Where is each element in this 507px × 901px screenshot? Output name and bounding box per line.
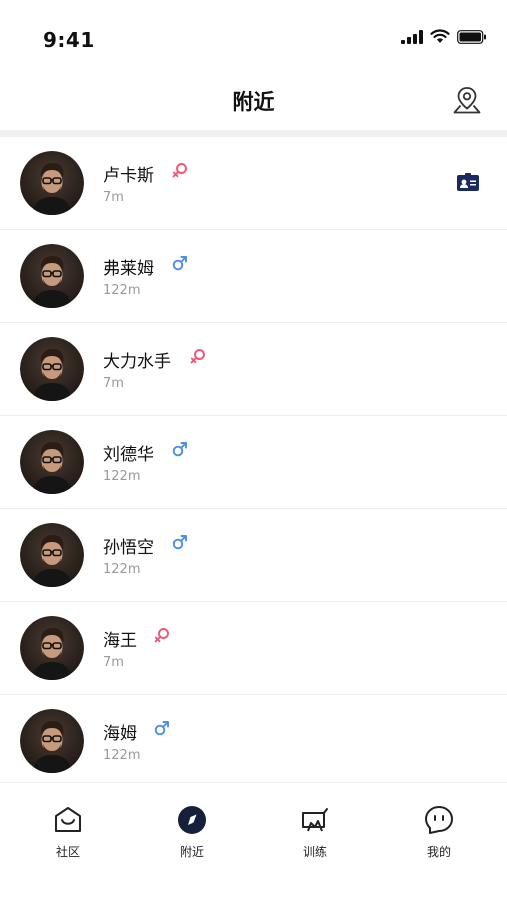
nav-bar: 附近: [0, 70, 507, 130]
user-name: 海姆: [103, 724, 137, 744]
user-row[interactable]: 弗莱姆 122m: [0, 230, 507, 323]
avatar[interactable]: [20, 430, 84, 494]
male-gender-icon: [171, 440, 189, 458]
nearby-user-list: 卢卡斯 7m 弗莱姆 122m 大力水手 7m 刘德华 122m 孙悟空 122…: [0, 137, 507, 782]
user-distance: 7m: [103, 190, 124, 205]
user-name: 弗莱姆: [103, 259, 154, 279]
user-distance: 7m: [103, 655, 124, 670]
status-bar: 9:41: [0, 0, 507, 70]
user-distance: 122m: [103, 469, 141, 484]
status-icons: [401, 29, 487, 44]
user-row[interactable]: 卢卡斯 7m: [0, 137, 507, 230]
avatar[interactable]: [20, 616, 84, 680]
user-row[interactable]: 海姆 122m: [0, 695, 507, 782]
user-name: 刘德华: [103, 445, 154, 465]
tab-bar: 社区 附近 训练 我的: [0, 782, 507, 901]
user-row[interactable]: 孙悟空 122m: [0, 509, 507, 602]
female-gender-icon: [171, 161, 189, 179]
tab-training[interactable]: 训练: [270, 805, 360, 860]
male-gender-icon: [153, 719, 171, 737]
male-gender-icon: [171, 254, 189, 272]
user-name: 卢卡斯: [103, 166, 154, 186]
avatar[interactable]: [20, 709, 84, 773]
section-divider: [0, 130, 507, 137]
training-icon: [300, 805, 330, 835]
user-name: 孙悟空: [103, 538, 154, 558]
tab-community[interactable]: 社区: [23, 805, 113, 860]
status-time: 9:41: [43, 28, 95, 52]
user-distance: 122m: [103, 748, 141, 763]
battery-icon: [457, 29, 486, 44]
avatar[interactable]: [20, 523, 84, 587]
face-icon: [424, 805, 454, 835]
female-gender-icon: [153, 626, 171, 644]
page-title: 附近: [232, 90, 275, 114]
user-distance: 122m: [103, 562, 141, 577]
id-card-icon[interactable]: [457, 173, 479, 191]
wifi-icon: [430, 29, 450, 43]
tab-nearby[interactable]: 附近: [147, 805, 237, 860]
user-row[interactable]: 海王 7m: [0, 602, 507, 695]
tab-profile[interactable]: 我的: [394, 805, 484, 860]
tab-label: 附近: [179, 845, 204, 859]
avatar[interactable]: [20, 151, 84, 215]
avatar[interactable]: [20, 337, 84, 401]
avatar[interactable]: [20, 244, 84, 308]
location-pin-icon[interactable]: [451, 84, 483, 116]
male-gender-icon: [171, 533, 189, 551]
signal-icon: [401, 29, 423, 44]
female-gender-icon: [189, 347, 207, 365]
user-distance: 7m: [103, 376, 124, 391]
tab-label: 社区: [55, 845, 80, 859]
compass-icon: [177, 805, 207, 835]
user-row[interactable]: 刘德华 122m: [0, 416, 507, 509]
tab-label: 我的: [426, 845, 451, 859]
user-row[interactable]: 大力水手 7m: [0, 323, 507, 416]
user-name: 大力水手: [103, 352, 171, 372]
user-name: 海王: [103, 631, 137, 651]
user-distance: 122m: [103, 283, 141, 298]
home-smile-icon: [53, 805, 83, 835]
tab-label: 训练: [302, 845, 327, 859]
